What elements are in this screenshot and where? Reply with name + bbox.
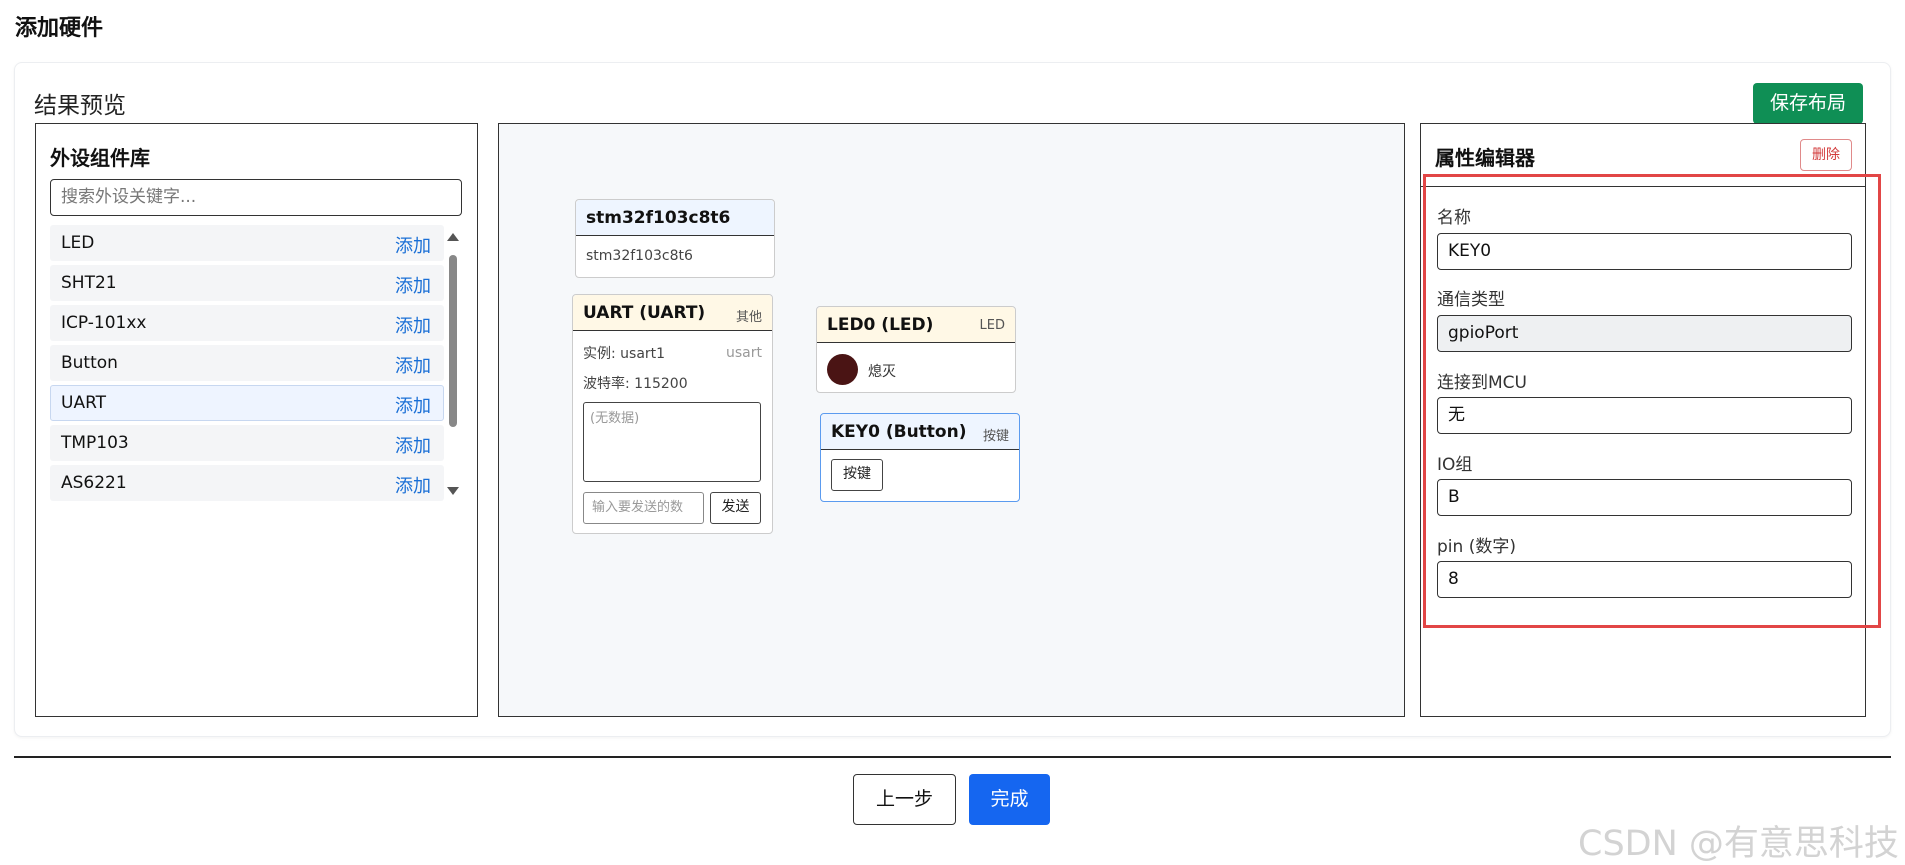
component-name: TMP103 xyxy=(61,433,129,453)
footer-divider xyxy=(14,756,1891,758)
node-title: UART (UART) xyxy=(583,303,706,323)
node-type-tag: 按键 xyxy=(982,429,1009,444)
list-scrollbar[interactable] xyxy=(447,233,459,503)
led-node[interactable]: LED0 (LED) LED 熄灭 xyxy=(816,306,1016,393)
component-name: SHT21 xyxy=(61,273,117,293)
uart-instance-tag: usart xyxy=(726,345,762,361)
led-indicator xyxy=(827,354,858,385)
component-name: AS6221 xyxy=(61,473,127,493)
scroll-up-icon[interactable] xyxy=(447,233,459,241)
node-title: LED0 (LED) xyxy=(827,315,934,335)
node-header: LED0 (LED) LED xyxy=(817,307,1015,343)
component-name: LED xyxy=(61,233,95,253)
add-component-link[interactable]: 添加 xyxy=(395,352,431,378)
add-component-link[interactable]: 添加 xyxy=(395,432,431,458)
list-item: SHT21 添加 xyxy=(50,265,444,301)
list-item: LED 添加 xyxy=(50,225,444,261)
uart-send-input[interactable]: 输入要发送的数 xyxy=(583,492,704,524)
scroll-thumb[interactable] xyxy=(449,255,457,427)
node-header: stm32f103c8t6 xyxy=(576,200,774,236)
uart-baud-rate: 波特率: 115200 xyxy=(583,376,688,392)
property-editor-title: 属性编辑器 xyxy=(1435,146,1535,170)
uart-send-button[interactable]: 发送 xyxy=(710,492,761,524)
list-item: TMP103 添加 xyxy=(50,425,444,461)
page-title: 添加硬件 xyxy=(15,16,104,41)
list-item: Button 添加 xyxy=(50,345,444,381)
key-press-button[interactable]: 按键 xyxy=(831,459,883,491)
finish-button[interactable]: 完成 xyxy=(969,774,1050,825)
delete-button[interactable]: 删除 xyxy=(1800,139,1852,171)
card-title: 结果预览 xyxy=(34,93,126,119)
add-component-link[interactable]: 添加 xyxy=(395,272,431,298)
add-component-link[interactable]: 添加 xyxy=(395,472,431,498)
component-list: LED 添加 SHT21 添加 ICP-101xx 添加 Button 添加 U… xyxy=(50,225,444,505)
uart-instance: 实例: usart1 xyxy=(583,346,666,362)
watermark: CSDN @有意思科技 xyxy=(1578,824,1899,864)
highlight-box xyxy=(1423,174,1881,628)
node-title: KEY0 (Button) xyxy=(831,422,967,442)
list-item: ICP-101xx 添加 xyxy=(50,305,444,341)
component-name: ICP-101xx xyxy=(61,313,147,333)
led-state-text: 熄灭 xyxy=(868,364,896,380)
node-header: KEY0 (Button) 按键 xyxy=(821,414,1019,450)
key-node[interactable]: KEY0 (Button) 按键 按键 xyxy=(820,413,1020,502)
list-item-selected: UART 添加 xyxy=(50,385,444,421)
add-component-link[interactable]: 添加 xyxy=(395,312,431,338)
previous-step-button[interactable]: 上一步 xyxy=(853,774,956,825)
library-title: 外设组件库 xyxy=(50,146,150,170)
component-search-input[interactable]: 搜索外设关键字... xyxy=(50,179,462,216)
uart-node[interactable]: UART (UART) 其他 实例: usart1 usart 波特率: 115… xyxy=(572,294,773,534)
add-component-link[interactable]: 添加 xyxy=(395,232,431,258)
component-name: UART xyxy=(61,393,107,413)
scroll-down-icon[interactable] xyxy=(447,487,459,495)
node-header: UART (UART) 其他 xyxy=(573,295,772,331)
uart-data-output[interactable]: (无数据) xyxy=(583,402,761,482)
node-subtitle: stm32f103c8t6 xyxy=(586,248,693,264)
save-layout-button[interactable]: 保存布局 xyxy=(1753,83,1863,124)
node-type-tag: 其他 xyxy=(735,310,762,325)
node-type-tag: LED xyxy=(979,318,1005,333)
list-item: AS6221 添加 xyxy=(50,465,444,501)
component-name: Button xyxy=(61,353,118,373)
add-component-link[interactable]: 添加 xyxy=(395,392,431,418)
mcu-node[interactable]: stm32f103c8t6 stm32f103c8t6 xyxy=(575,199,775,278)
node-title: stm32f103c8t6 xyxy=(586,208,731,228)
